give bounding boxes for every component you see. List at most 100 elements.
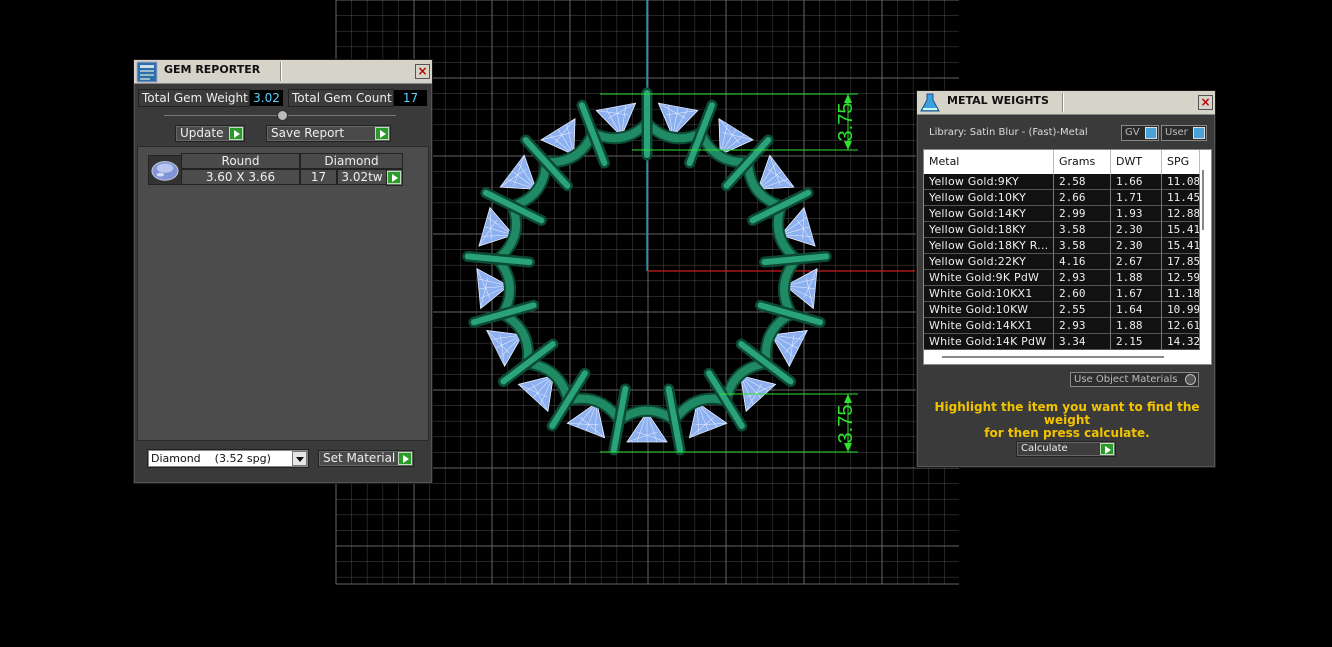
library-label: Library: Satin Blur - (Fast)-Metal: [929, 127, 1088, 138]
metal-name-cell: White Gold:14KX1: [924, 318, 1054, 334]
table-row[interactable]: Yellow Gold:9KY 2.58 1.66 11.08: [924, 174, 1200, 190]
title-grip: [1062, 93, 1063, 112]
gem-reporter-title: GEM REPORTER: [164, 63, 261, 76]
spg-cell: 17.85: [1162, 254, 1200, 270]
flask-icon: [920, 93, 940, 112]
gem-shape-cell: Round: [181, 153, 300, 169]
dwt-cell: 1.71: [1111, 190, 1162, 206]
metal-name-cell: Yellow Gold:18KY: [924, 222, 1054, 238]
dwt-cell: 2.15: [1111, 334, 1162, 350]
spg-cell: 11.18: [1162, 286, 1200, 302]
table-row[interactable]: Yellow Gold:22KY 4.16 2.67 17.85: [924, 254, 1200, 270]
gem-row-go-button[interactable]: [386, 169, 403, 186]
metal-name-cell: White Gold:10KX1: [924, 286, 1054, 302]
grams-cell: 2.93: [1054, 270, 1111, 286]
spg-cell: 12.59: [1162, 270, 1200, 286]
gem-reporter-icon: [136, 61, 158, 83]
table-row[interactable]: White Gold:14K PdW 3.34 2.15 14.32: [924, 334, 1200, 350]
table-row[interactable]: Yellow Gold:18KY R... 3.58 2.30 15.41: [924, 238, 1200, 254]
grams-cell: 3.58: [1054, 222, 1111, 238]
splitter-handle[interactable]: [277, 110, 288, 121]
dimension-label-bottom: 3.75: [835, 405, 857, 444]
table-row[interactable]: Yellow Gold:10KY 2.66 1.71 11.45: [924, 190, 1200, 206]
play-arrow-icon: [387, 171, 401, 184]
chevron-down-icon[interactable]: [292, 451, 307, 466]
metal-name-cell: White Gold:10KW: [924, 302, 1054, 318]
spg-cell: 12.61: [1162, 318, 1200, 334]
horizontal-scrollbar[interactable]: [942, 356, 1164, 358]
user-toggle[interactable]: User: [1161, 125, 1207, 141]
dwt-cell: 1.64: [1111, 302, 1162, 318]
dwt-cell: 2.67: [1111, 254, 1162, 270]
grams-cell: 2.93: [1054, 318, 1111, 334]
calculate-button[interactable]: Calculate: [1016, 441, 1116, 457]
instruction-line-1: Highlight the item you want to find the …: [934, 400, 1200, 427]
dwt-cell: 2.30: [1111, 222, 1162, 238]
vertical-scrollbar[interactable]: [1202, 170, 1204, 230]
gv-toggle[interactable]: GV: [1121, 125, 1159, 141]
play-arrow-icon: [375, 127, 389, 140]
metal-name-cell: White Gold:14K PdW: [924, 334, 1054, 350]
dwt-cell: 1.66: [1111, 174, 1162, 190]
metal-name-cell: White Gold:9K PdW: [924, 270, 1054, 286]
set-material-button[interactable]: Set Material: [318, 450, 414, 467]
metal-name-cell: Yellow Gold:22KY: [924, 254, 1054, 270]
table-row[interactable]: White Gold:9K PdW 2.93 1.88 12.59: [924, 270, 1200, 286]
column-header-metal[interactable]: Metal: [924, 150, 1054, 174]
table-row[interactable]: Yellow Gold:18KY 3.58 2.30 15.41: [924, 222, 1200, 238]
metal-weights-title-bar[interactable]: METAL WEIGHTS ×: [917, 91, 1215, 115]
spg-cell: 14.32: [1162, 334, 1200, 350]
table-row[interactable]: White Gold:10KX1 2.60 1.67 11.18: [924, 286, 1200, 302]
spg-cell: 11.08: [1162, 174, 1200, 190]
grams-cell: 3.34: [1054, 334, 1111, 350]
save-report-button-label: Save Report: [271, 126, 345, 140]
metal-weights-table[interactable]: Metal Grams DWT SPG Yellow Gold:9KY 2.58 1…: [923, 149, 1212, 365]
dimension-label-top: 3.75: [835, 103, 857, 142]
total-gem-count-label: Total Gem Count: [288, 89, 394, 107]
grams-cell: 2.66: [1054, 190, 1111, 206]
instruction-text: Highlight the item you want to find the …: [927, 401, 1207, 440]
gem-list[interactable]: Round Diamond 3.60 X 3.66 17 3.02tw: [137, 146, 429, 441]
spg-cell: 10.99: [1162, 302, 1200, 318]
total-gem-weight-value: 3.02: [250, 90, 283, 106]
spg-cell: 15.41: [1162, 238, 1200, 254]
material-select[interactable]: Diamond (3.52 spg): [147, 449, 309, 468]
gem-reporter-panel: GEM REPORTER × Total Gem Weight 3.02 Tot…: [133, 59, 433, 484]
set-material-button-label: Set Material: [323, 451, 396, 465]
play-arrow-icon: [1100, 443, 1114, 455]
gem-material-cell: Diamond: [300, 153, 403, 169]
play-arrow-icon: [398, 452, 412, 465]
grams-cell: 2.60: [1054, 286, 1111, 302]
table-row[interactable]: White Gold:14KX1 2.93 1.88 12.61: [924, 318, 1200, 334]
update-button-label: Update: [180, 126, 224, 140]
use-object-materials-label: Use Object Materials: [1074, 374, 1178, 385]
column-header-grams[interactable]: Grams: [1054, 150, 1111, 174]
dwt-cell: 1.88: [1111, 318, 1162, 334]
dwt-cell: 2.30: [1111, 238, 1162, 254]
use-object-materials-field[interactable]: Use Object Materials: [1070, 372, 1199, 387]
save-report-button[interactable]: Save Report: [266, 125, 391, 142]
play-arrow-icon: [229, 127, 243, 140]
spg-cell: 12.88: [1162, 206, 1200, 222]
metal-name-cell: Yellow Gold:10KY: [924, 190, 1054, 206]
column-header-dwt[interactable]: DWT: [1111, 150, 1162, 174]
metal-weights-title: METAL WEIGHTS: [947, 94, 1049, 107]
toggle-knob: [1193, 127, 1205, 139]
circle-toggle-icon[interactable]: [1185, 374, 1196, 385]
dwt-cell: 1.88: [1111, 270, 1162, 286]
gem-weight-cell: 3.02tw: [337, 169, 387, 185]
update-button[interactable]: Update: [175, 125, 245, 142]
gem-reporter-close-button[interactable]: ×: [415, 64, 430, 79]
table-row[interactable]: White Gold:10KW 2.55 1.64 10.99: [924, 302, 1200, 318]
grams-cell: 4.16: [1054, 254, 1111, 270]
toggle-knob: [1145, 127, 1157, 139]
user-toggle-label: User: [1165, 127, 1188, 138]
grams-cell: 2.99: [1054, 206, 1111, 222]
gem-size-cell: 3.60 X 3.66: [181, 169, 300, 185]
round-gem-icon: [148, 155, 182, 185]
gem-reporter-title-bar[interactable]: GEM REPORTER ×: [134, 60, 432, 84]
column-header-spg[interactable]: SPG: [1162, 150, 1200, 174]
table-row[interactable]: Yellow Gold:14KY 2.99 1.93 12.88: [924, 206, 1200, 222]
total-gem-weight-label: Total Gem Weight: [138, 89, 250, 107]
metal-weights-close-button[interactable]: ×: [1198, 95, 1213, 110]
